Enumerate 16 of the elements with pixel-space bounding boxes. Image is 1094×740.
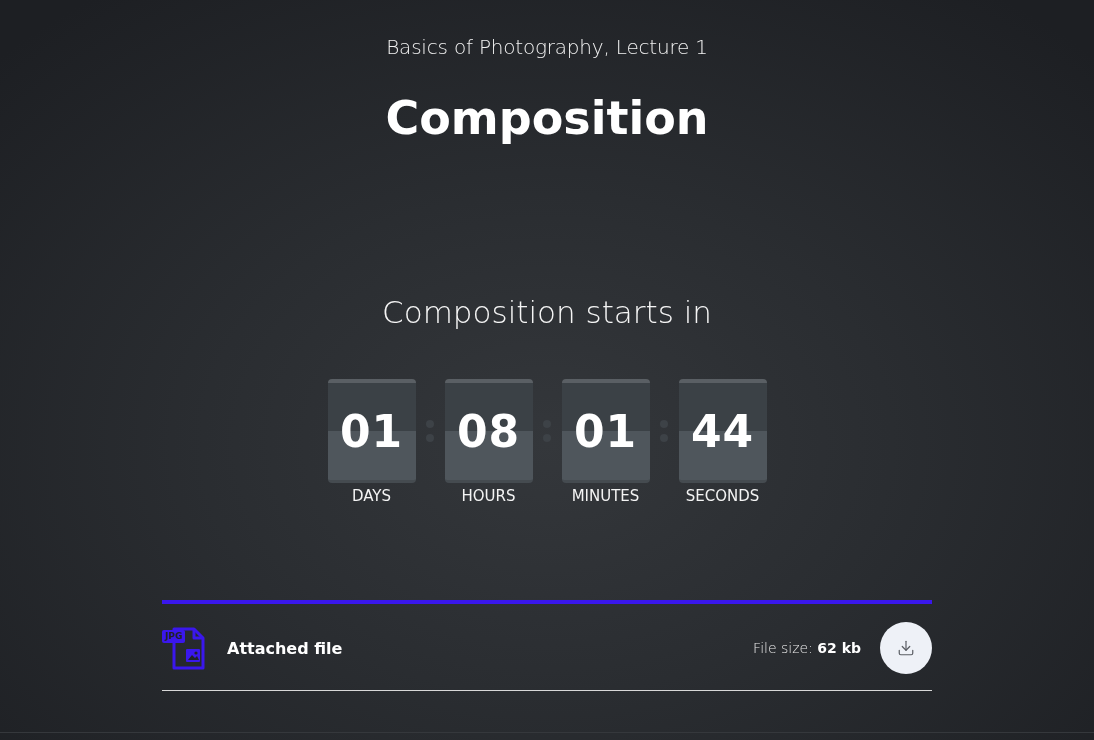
file-size: File size: 62 kb	[753, 640, 861, 656]
course-subtitle: Basics of Photography, Lecture 1	[386, 34, 708, 60]
countdown-unit-label: SECONDS	[685, 486, 760, 506]
lecture-title: Composition	[385, 90, 709, 146]
countdown-unit-label: DAYS	[351, 486, 392, 506]
countdown-tile: 01	[327, 379, 416, 483]
file-type-badge: JPG	[162, 629, 186, 643]
file-name: Attached file	[227, 638, 343, 658]
countdown-unit-label: MINUTES	[571, 486, 640, 506]
download-button[interactable]	[880, 622, 932, 674]
countdown-tile: 44	[678, 379, 767, 483]
countdown-heading: Composition starts in	[382, 293, 712, 331]
countdown-tile: 08	[444, 379, 533, 483]
countdown-unit-label: HOURS	[461, 486, 516, 506]
countdown-tile: 01	[561, 379, 650, 483]
download-icon	[897, 639, 915, 657]
